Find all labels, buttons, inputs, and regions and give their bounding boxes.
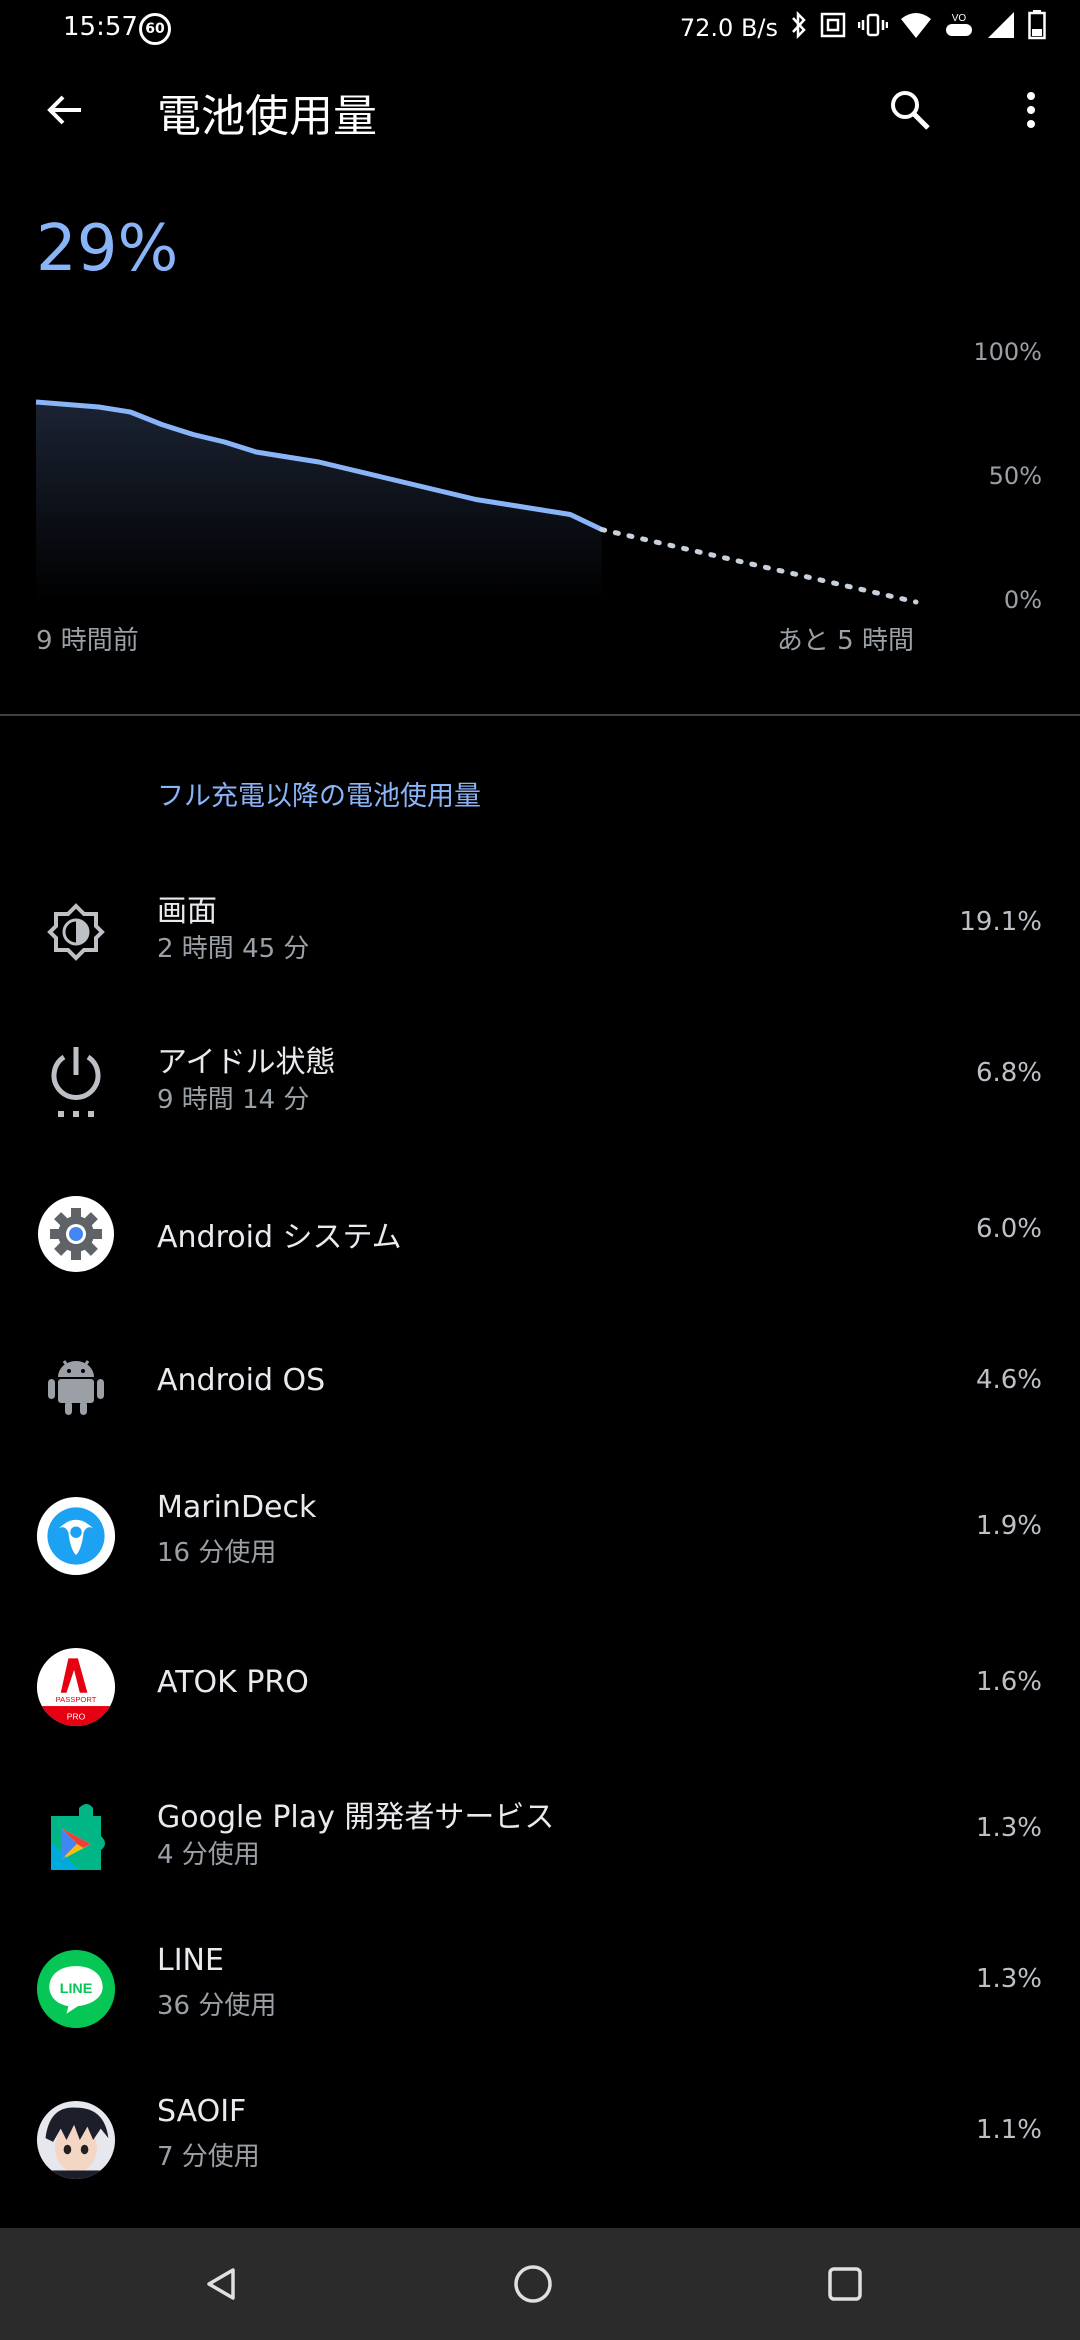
atok-icon: PASSPORT PRO bbox=[36, 1647, 116, 1727]
network-speed: 72.0 B/s bbox=[679, 14, 778, 42]
item-usage: 36 分使用 bbox=[157, 1991, 277, 2021]
battery-chart-svg bbox=[35, 399, 919, 605]
y-tick-label: 0% bbox=[1003, 586, 1042, 614]
list-item[interactable]: アイドル状態 9 時間 14 分 6.8% bbox=[0, 1007, 1080, 1158]
item-usage: 7 分使用 bbox=[157, 2142, 260, 2172]
search-icon bbox=[891, 91, 930, 130]
nav-back-icon bbox=[207, 2268, 235, 2300]
item-name: Google Play 開発者サービス bbox=[157, 1800, 555, 1835]
svg-text:VO: VO bbox=[952, 13, 967, 24]
line-icon-text: LINE bbox=[60, 1981, 93, 1997]
chart-prediction-line bbox=[599, 527, 919, 605]
item-percent: 1.6% bbox=[975, 1667, 1042, 1697]
status-icons: 72.0 B/s VO bbox=[680, 10, 1046, 46]
battery-chart: 100% 50% 0% 9 時間前 あと 5 時間 bbox=[0, 320, 1080, 660]
y-tick-label: 100% bbox=[973, 338, 1042, 366]
item-name: LINE bbox=[157, 1943, 224, 1978]
x-end-label: あと 5 時間 bbox=[776, 626, 914, 656]
list-item[interactable]: 画面 2 時間 45 分 19.1% bbox=[0, 856, 1080, 1007]
android-settings-icon bbox=[36, 1194, 116, 1274]
item-name: SAOIF bbox=[157, 2094, 247, 2129]
item-name: 画面 bbox=[157, 894, 217, 929]
navigation-bar bbox=[0, 2228, 1080, 2340]
item-name: Android システム bbox=[157, 1220, 402, 1255]
divider bbox=[0, 714, 1080, 716]
nav-home-icon bbox=[514, 2265, 552, 2303]
item-percent: 1.3% bbox=[975, 1964, 1042, 1994]
item-usage: 4 分使用 bbox=[157, 1840, 260, 1870]
item-percent: 6.0% bbox=[975, 1214, 1042, 1244]
refresh-rate-badge: 60 bbox=[139, 13, 171, 45]
arrow-back-icon bbox=[47, 95, 81, 125]
nav-recents-icon bbox=[828, 2267, 862, 2301]
more-vert-icon bbox=[1027, 92, 1035, 128]
section-title: フル充電以降の電池使用量 bbox=[157, 781, 481, 812]
list-item[interactable]: Google Play 開発者サービス 4 分使用 1.3% bbox=[0, 1762, 1080, 1913]
item-usage: 2 時間 45 分 bbox=[157, 934, 310, 964]
y-tick-label: 50% bbox=[988, 462, 1042, 490]
list-item[interactable]: Android システム 6.0% bbox=[0, 1158, 1080, 1309]
item-percent: 1.3% bbox=[975, 1813, 1042, 1843]
item-percent: 1.1% bbox=[975, 2115, 1042, 2145]
nav-home-button[interactable] bbox=[503, 2254, 563, 2314]
list-item[interactable]: PASSPORT PRO ATOK PRO 1.6% bbox=[0, 1611, 1080, 1762]
power-idle-icon bbox=[36, 1043, 116, 1123]
item-percent: 1.9% bbox=[975, 1511, 1042, 1541]
page-title: 電池使用量 bbox=[157, 91, 377, 142]
battery-percent: 29% bbox=[36, 212, 179, 286]
list-item[interactable]: Android OS 4.6% bbox=[0, 1309, 1080, 1460]
atok-icon-text-a: PASSPORT bbox=[56, 1695, 97, 1704]
brightness-icon bbox=[36, 892, 116, 972]
list-item[interactable]: MarinDeck 16 分使用 1.9% bbox=[0, 1460, 1080, 1611]
saoif-avatar-icon bbox=[36, 2100, 116, 2180]
battery-icon bbox=[1028, 10, 1046, 46]
bluetooth-icon bbox=[790, 10, 808, 45]
list-item[interactable]: SAOIF 7 分使用 1.1% bbox=[0, 2064, 1080, 2215]
item-percent: 19.1% bbox=[959, 907, 1042, 937]
chart-area bbox=[36, 402, 602, 602]
volte-icon: VO bbox=[944, 10, 974, 46]
vibrate-icon bbox=[857, 12, 889, 44]
item-name: アイドル状態 bbox=[157, 1045, 336, 1080]
nav-back-button[interactable] bbox=[191, 2254, 251, 2314]
line-icon: LINE bbox=[36, 1949, 116, 2029]
wifi-icon bbox=[900, 11, 932, 45]
item-percent: 4.6% bbox=[975, 1365, 1042, 1395]
google-play-services-icon bbox=[36, 1798, 116, 1878]
marindeck-icon bbox=[36, 1496, 116, 1576]
android-robot-icon bbox=[36, 1345, 116, 1425]
nfc-icon bbox=[820, 12, 846, 44]
back-button[interactable] bbox=[30, 80, 100, 140]
cell-signal-icon bbox=[986, 10, 1016, 46]
item-usage: 9 時間 14 分 bbox=[157, 1085, 310, 1115]
search-button[interactable] bbox=[880, 80, 940, 140]
status-time: 15:57 bbox=[63, 12, 138, 42]
item-name: MarinDeck bbox=[157, 1490, 317, 1525]
x-start-label: 9 時間前 bbox=[36, 626, 139, 656]
item-name: Android OS bbox=[157, 1363, 326, 1398]
atok-icon-text-b: PRO bbox=[67, 1711, 86, 1721]
usage-list: 画面 2 時間 45 分 19.1% アイドル状態 9 時間 14 分 6.8% bbox=[0, 856, 1080, 2215]
status-bar: 15:57 60 72.0 B/s VO bbox=[0, 0, 1080, 60]
screen: 15:57 60 72.0 B/s VO 電池使用量 29% 100% 50% … bbox=[0, 0, 1080, 2340]
list-item[interactable]: LINE LINE 36 分使用 1.3% bbox=[0, 1913, 1080, 2064]
item-name: ATOK PRO bbox=[157, 1665, 309, 1700]
item-usage: 16 分使用 bbox=[157, 1538, 277, 1568]
more-options-button[interactable] bbox=[1006, 80, 1056, 140]
nav-recents-button[interactable] bbox=[815, 2254, 875, 2314]
app-bar: 電池使用量 bbox=[0, 60, 1080, 160]
item-percent: 6.8% bbox=[975, 1058, 1042, 1088]
